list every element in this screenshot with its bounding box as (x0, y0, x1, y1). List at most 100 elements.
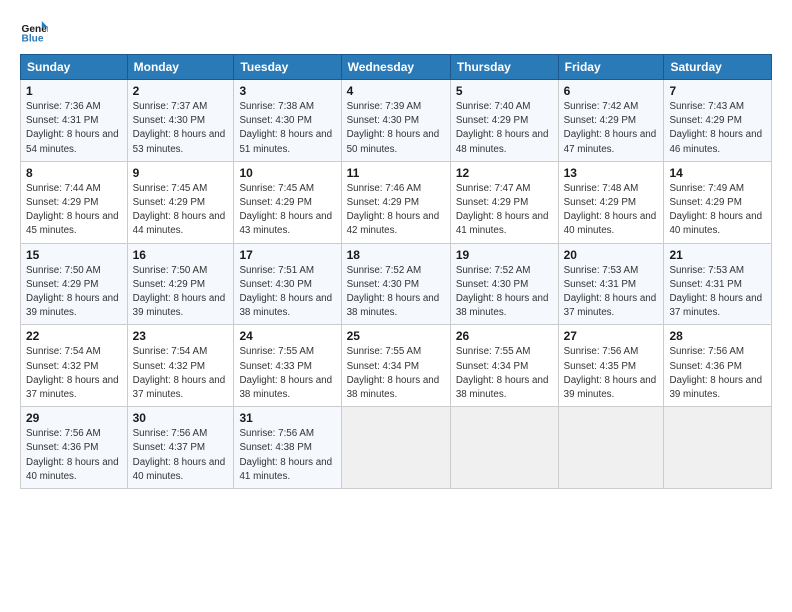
calendar-cell (450, 407, 558, 489)
day-info: Sunrise: 7:47 AM Sunset: 4:29 PM Dayligh… (456, 182, 553, 239)
day-info: Sunrise: 7:56 AM Sunset: 4:36 PM Dayligh… (669, 345, 766, 402)
calendar-cell: 14 Sunrise: 7:49 AM Sunset: 4:29 PM Dayl… (664, 161, 772, 243)
day-number: 2 (133, 84, 229, 98)
calendar-cell: 21 Sunrise: 7:53 AM Sunset: 4:31 PM Dayl… (664, 243, 772, 325)
calendar-cell: 11 Sunrise: 7:46 AM Sunset: 4:29 PM Dayl… (341, 161, 450, 243)
day-number: 23 (133, 329, 229, 343)
calendar-cell: 1 Sunrise: 7:36 AM Sunset: 4:31 PM Dayli… (21, 80, 128, 162)
day-number: 5 (456, 84, 553, 98)
day-number: 8 (26, 166, 122, 180)
day-info: Sunrise: 7:55 AM Sunset: 4:34 PM Dayligh… (456, 345, 553, 402)
day-number: 12 (456, 166, 553, 180)
day-number: 16 (133, 248, 229, 262)
weekday-header: Friday (558, 55, 664, 80)
day-number: 24 (239, 329, 335, 343)
calendar-cell: 18 Sunrise: 7:52 AM Sunset: 4:30 PM Dayl… (341, 243, 450, 325)
day-number: 29 (26, 411, 122, 425)
calendar-cell: 19 Sunrise: 7:52 AM Sunset: 4:30 PM Dayl… (450, 243, 558, 325)
calendar-cell: 12 Sunrise: 7:47 AM Sunset: 4:29 PM Dayl… (450, 161, 558, 243)
calendar-cell: 17 Sunrise: 7:51 AM Sunset: 4:30 PM Dayl… (234, 243, 341, 325)
day-info: Sunrise: 7:50 AM Sunset: 4:29 PM Dayligh… (26, 264, 122, 321)
calendar-cell: 13 Sunrise: 7:48 AM Sunset: 4:29 PM Dayl… (558, 161, 664, 243)
calendar-page: General Blue SundayMondayTuesdayWednesda… (0, 0, 792, 612)
day-number: 13 (564, 166, 659, 180)
day-number: 26 (456, 329, 553, 343)
calendar-cell: 25 Sunrise: 7:55 AM Sunset: 4:34 PM Dayl… (341, 325, 450, 407)
day-number: 19 (456, 248, 553, 262)
day-number: 18 (347, 248, 445, 262)
svg-text:Blue: Blue (22, 33, 44, 44)
day-info: Sunrise: 7:46 AM Sunset: 4:29 PM Dayligh… (347, 182, 445, 239)
calendar-cell: 2 Sunrise: 7:37 AM Sunset: 4:30 PM Dayli… (127, 80, 234, 162)
calendar-cell: 15 Sunrise: 7:50 AM Sunset: 4:29 PM Dayl… (21, 243, 128, 325)
day-info: Sunrise: 7:54 AM Sunset: 4:32 PM Dayligh… (133, 345, 229, 402)
day-number: 1 (26, 84, 122, 98)
calendar-week-row: 8 Sunrise: 7:44 AM Sunset: 4:29 PM Dayli… (21, 161, 772, 243)
day-info: Sunrise: 7:42 AM Sunset: 4:29 PM Dayligh… (564, 100, 659, 157)
calendar-cell: 28 Sunrise: 7:56 AM Sunset: 4:36 PM Dayl… (664, 325, 772, 407)
day-number: 10 (239, 166, 335, 180)
day-info: Sunrise: 7:56 AM Sunset: 4:38 PM Dayligh… (239, 427, 335, 484)
calendar-cell: 29 Sunrise: 7:56 AM Sunset: 4:36 PM Dayl… (21, 407, 128, 489)
day-info: Sunrise: 7:55 AM Sunset: 4:33 PM Dayligh… (239, 345, 335, 402)
day-info: Sunrise: 7:36 AM Sunset: 4:31 PM Dayligh… (26, 100, 122, 157)
calendar-week-row: 1 Sunrise: 7:36 AM Sunset: 4:31 PM Dayli… (21, 80, 772, 162)
calendar-cell (341, 407, 450, 489)
calendar-cell (558, 407, 664, 489)
day-info: Sunrise: 7:54 AM Sunset: 4:32 PM Dayligh… (26, 345, 122, 402)
day-number: 14 (669, 166, 766, 180)
day-number: 20 (564, 248, 659, 262)
calendar-cell: 10 Sunrise: 7:45 AM Sunset: 4:29 PM Dayl… (234, 161, 341, 243)
calendar-cell: 6 Sunrise: 7:42 AM Sunset: 4:29 PM Dayli… (558, 80, 664, 162)
day-number: 31 (239, 411, 335, 425)
day-info: Sunrise: 7:48 AM Sunset: 4:29 PM Dayligh… (564, 182, 659, 239)
day-number: 7 (669, 84, 766, 98)
calendar-cell: 4 Sunrise: 7:39 AM Sunset: 4:30 PM Dayli… (341, 80, 450, 162)
day-info: Sunrise: 7:49 AM Sunset: 4:29 PM Dayligh… (669, 182, 766, 239)
day-number: 30 (133, 411, 229, 425)
calendar-cell: 23 Sunrise: 7:54 AM Sunset: 4:32 PM Dayl… (127, 325, 234, 407)
day-number: 27 (564, 329, 659, 343)
day-info: Sunrise: 7:45 AM Sunset: 4:29 PM Dayligh… (239, 182, 335, 239)
day-number: 21 (669, 248, 766, 262)
day-info: Sunrise: 7:52 AM Sunset: 4:30 PM Dayligh… (456, 264, 553, 321)
calendar-cell (664, 407, 772, 489)
calendar-cell: 9 Sunrise: 7:45 AM Sunset: 4:29 PM Dayli… (127, 161, 234, 243)
day-info: Sunrise: 7:53 AM Sunset: 4:31 PM Dayligh… (564, 264, 659, 321)
day-number: 17 (239, 248, 335, 262)
day-info: Sunrise: 7:56 AM Sunset: 4:35 PM Dayligh… (564, 345, 659, 402)
calendar-cell: 20 Sunrise: 7:53 AM Sunset: 4:31 PM Dayl… (558, 243, 664, 325)
day-number: 4 (347, 84, 445, 98)
calendar-cell: 31 Sunrise: 7:56 AM Sunset: 4:38 PM Dayl… (234, 407, 341, 489)
weekday-header: Thursday (450, 55, 558, 80)
calendar-cell: 5 Sunrise: 7:40 AM Sunset: 4:29 PM Dayli… (450, 80, 558, 162)
day-number: 3 (239, 84, 335, 98)
day-info: Sunrise: 7:53 AM Sunset: 4:31 PM Dayligh… (669, 264, 766, 321)
day-info: Sunrise: 7:39 AM Sunset: 4:30 PM Dayligh… (347, 100, 445, 157)
page-header: General Blue (20, 18, 772, 46)
weekday-header: Sunday (21, 55, 128, 80)
logo-icon: General Blue (20, 18, 48, 46)
day-number: 25 (347, 329, 445, 343)
day-info: Sunrise: 7:52 AM Sunset: 4:30 PM Dayligh… (347, 264, 445, 321)
day-info: Sunrise: 7:55 AM Sunset: 4:34 PM Dayligh… (347, 345, 445, 402)
day-info: Sunrise: 7:44 AM Sunset: 4:29 PM Dayligh… (26, 182, 122, 239)
calendar-cell: 26 Sunrise: 7:55 AM Sunset: 4:34 PM Dayl… (450, 325, 558, 407)
weekday-header-row: SundayMondayTuesdayWednesdayThursdayFrid… (21, 55, 772, 80)
calendar-week-row: 29 Sunrise: 7:56 AM Sunset: 4:36 PM Dayl… (21, 407, 772, 489)
calendar-week-row: 15 Sunrise: 7:50 AM Sunset: 4:29 PM Dayl… (21, 243, 772, 325)
day-info: Sunrise: 7:37 AM Sunset: 4:30 PM Dayligh… (133, 100, 229, 157)
day-number: 28 (669, 329, 766, 343)
day-info: Sunrise: 7:40 AM Sunset: 4:29 PM Dayligh… (456, 100, 553, 157)
day-info: Sunrise: 7:43 AM Sunset: 4:29 PM Dayligh… (669, 100, 766, 157)
day-info: Sunrise: 7:45 AM Sunset: 4:29 PM Dayligh… (133, 182, 229, 239)
calendar-week-row: 22 Sunrise: 7:54 AM Sunset: 4:32 PM Dayl… (21, 325, 772, 407)
weekday-header: Wednesday (341, 55, 450, 80)
calendar-cell: 16 Sunrise: 7:50 AM Sunset: 4:29 PM Dayl… (127, 243, 234, 325)
calendar-cell: 8 Sunrise: 7:44 AM Sunset: 4:29 PM Dayli… (21, 161, 128, 243)
day-number: 11 (347, 166, 445, 180)
day-number: 6 (564, 84, 659, 98)
day-number: 15 (26, 248, 122, 262)
day-info: Sunrise: 7:56 AM Sunset: 4:37 PM Dayligh… (133, 427, 229, 484)
day-info: Sunrise: 7:56 AM Sunset: 4:36 PM Dayligh… (26, 427, 122, 484)
